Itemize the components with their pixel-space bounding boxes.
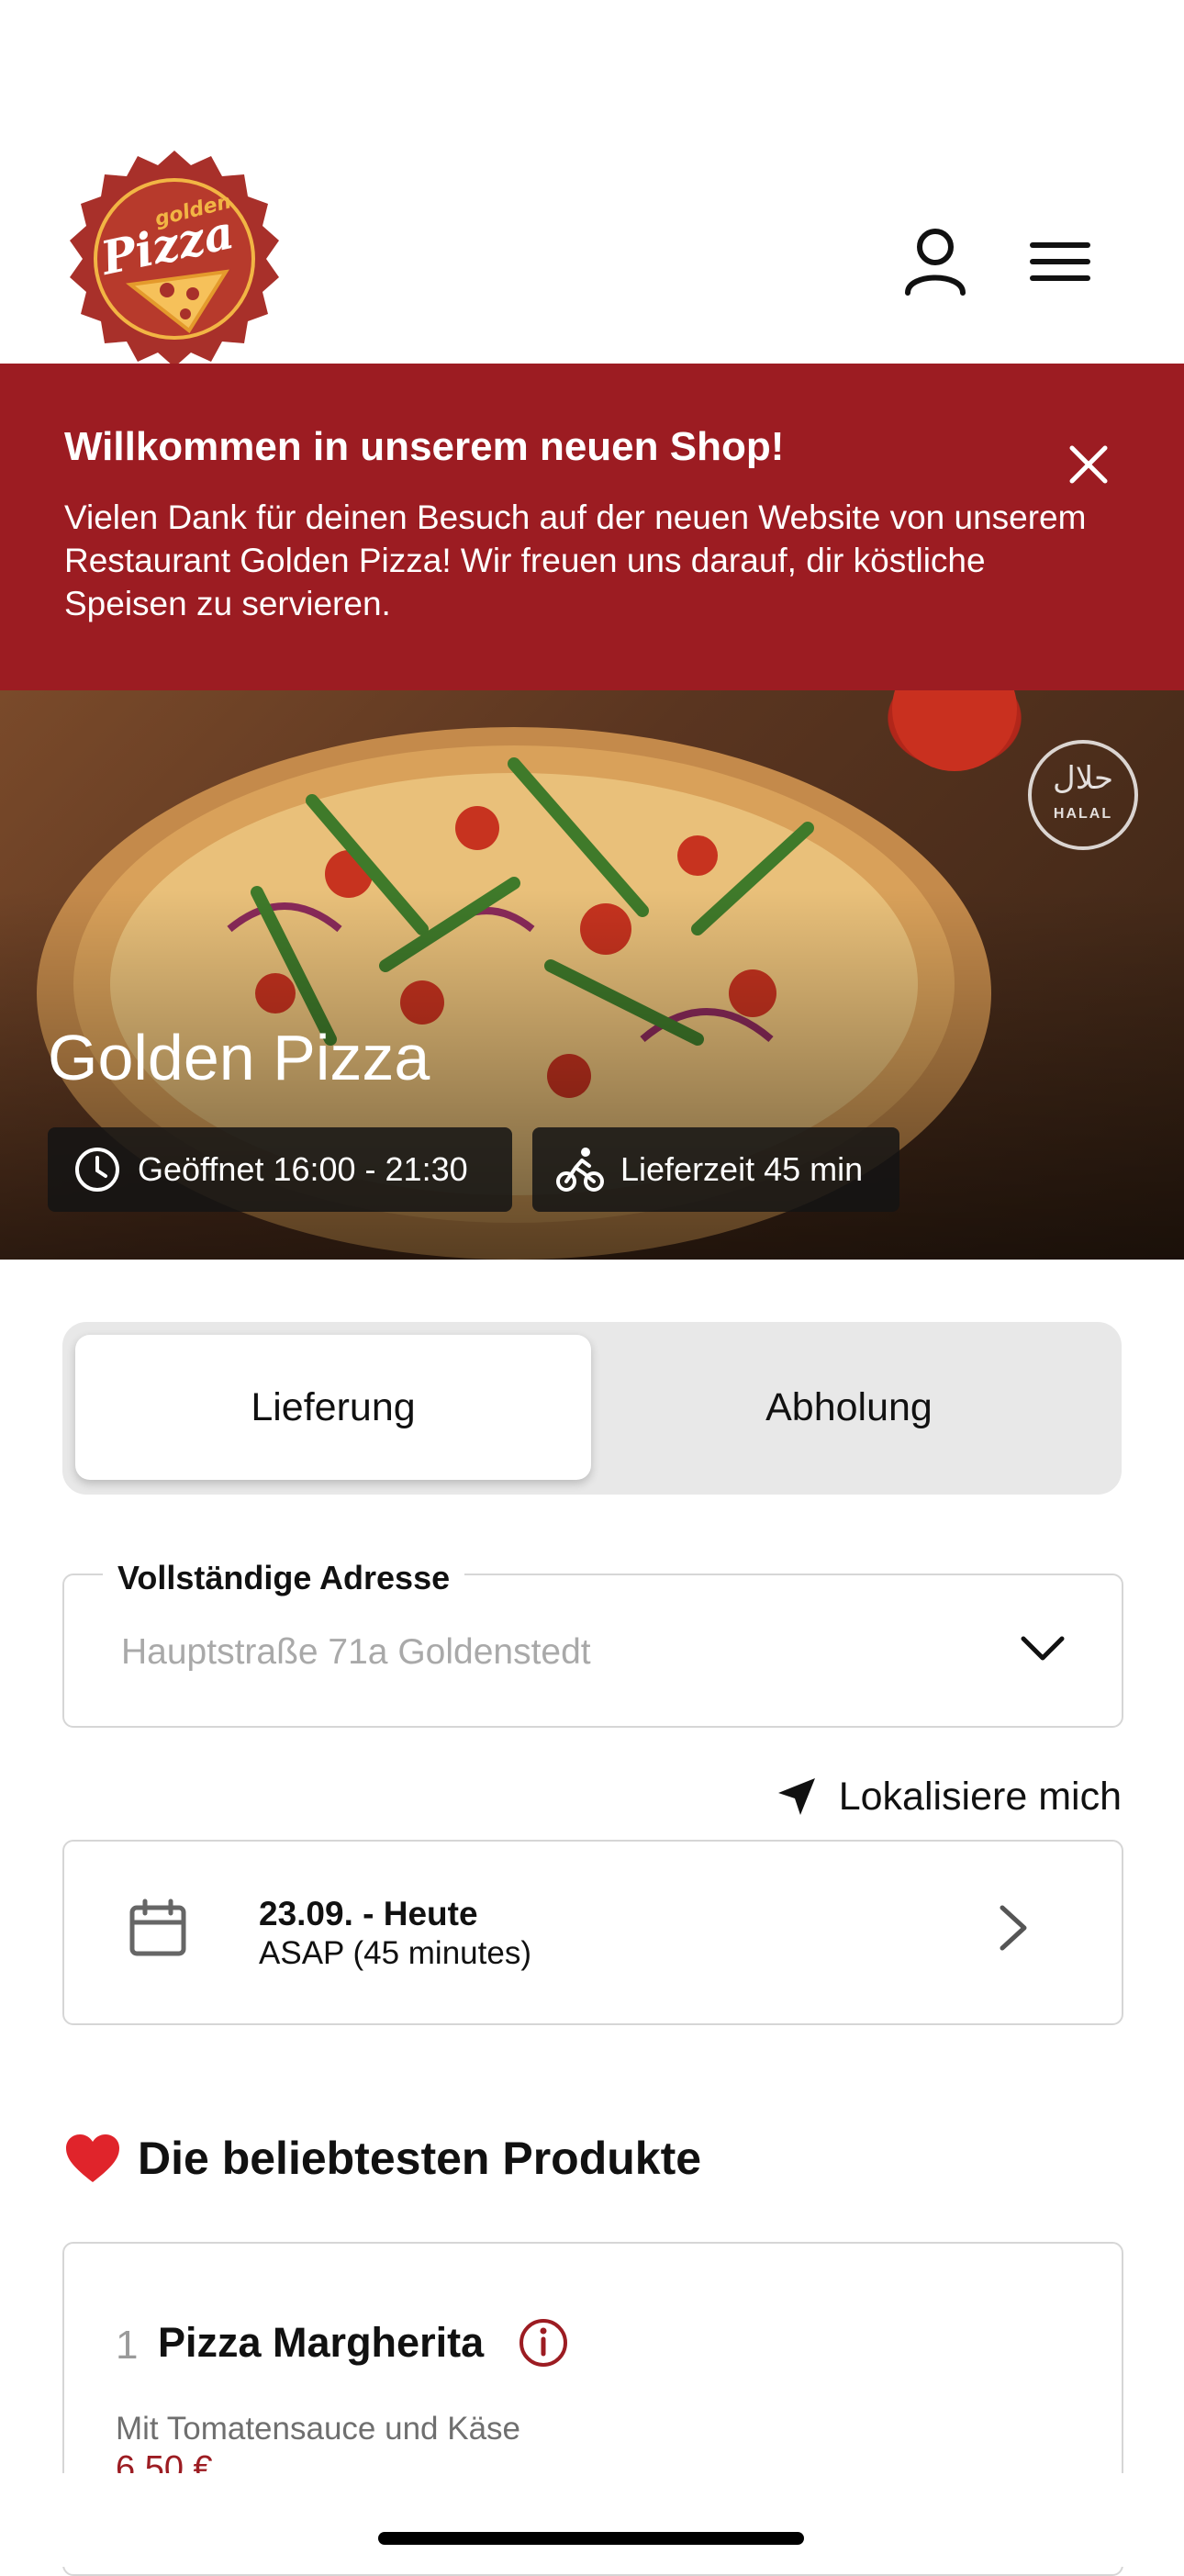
section-title-text: Die beliebtesten Produkte	[138, 2133, 702, 2184]
product-rank: 1	[116, 2323, 139, 2368]
product-name: Pizza Margherita	[158, 2319, 485, 2366]
chevron-down-icon[interactable]	[1010, 1616, 1076, 1682]
bicycle-icon	[556, 1148, 604, 1192]
home-indicator	[378, 2532, 804, 2545]
user-icon[interactable]	[894, 220, 977, 303]
schedule-time: ASAP (45 minutes)	[259, 1935, 531, 1971]
banner-title: Willkommen in unserem neuen Shop!	[64, 424, 785, 469]
banner-text: Vielen Dank für deinen Besuch auf der ne…	[64, 498, 1087, 622]
tab-abholung[interactable]: Abholung	[591, 1335, 1107, 1480]
close-icon[interactable]	[1056, 431, 1122, 498]
restaurant-name: Golden Pizza	[48, 1022, 430, 1093]
address-input[interactable]: Hauptstraße 71a Goldenstedt	[121, 1632, 591, 1673]
hamburger-menu-icon[interactable]	[1019, 220, 1101, 303]
product-description: Mit Tomatensauce und Käse	[116, 2411, 521, 2447]
delivery-time-selector[interactable]	[62, 1840, 1123, 2025]
delivery-time-text: Lieferzeit 45 min	[620, 1150, 864, 1188]
tab-lieferung[interactable]: Lieferung	[75, 1335, 591, 1480]
info-icon[interactable]	[518, 2317, 569, 2373]
delivery-time-chip: Lieferzeit 45 min	[532, 1127, 899, 1212]
halal-badge: حلال HALAL	[1028, 740, 1138, 850]
chevron-right-icon[interactable]	[997, 1904, 1030, 1956]
opening-hours-chip: Geöffnet 16:00 - 21:30	[48, 1127, 512, 1212]
locate-me-button[interactable]: Lokalisiere mich	[753, 1763, 1122, 1831]
halal-arabic-text: حلال	[1052, 760, 1113, 797]
section-title-popular: Die beliebtesten Produkte	[64, 2132, 701, 2185]
clock-icon	[75, 1148, 119, 1192]
calendar-icon	[128, 1898, 187, 1962]
halal-text: HALAL	[1053, 806, 1113, 822]
logo[interactable]: golden Pizza	[64, 147, 285, 373]
golden-pizza-logo: golden Pizza	[70, 151, 279, 367]
bottom-safe-area	[0, 2473, 1184, 2567]
locate-me-label: Lokalisiere mich	[838, 1774, 1122, 1819]
location-arrow-icon	[777, 1778, 815, 1815]
schedule-date: 23.09. - Heute	[259, 1895, 478, 1932]
address-label: Vollständige Adresse	[103, 1559, 465, 1597]
opening-hours-text: Geöffnet 16:00 - 21:30	[138, 1150, 468, 1188]
heart-icon	[66, 2134, 119, 2182]
